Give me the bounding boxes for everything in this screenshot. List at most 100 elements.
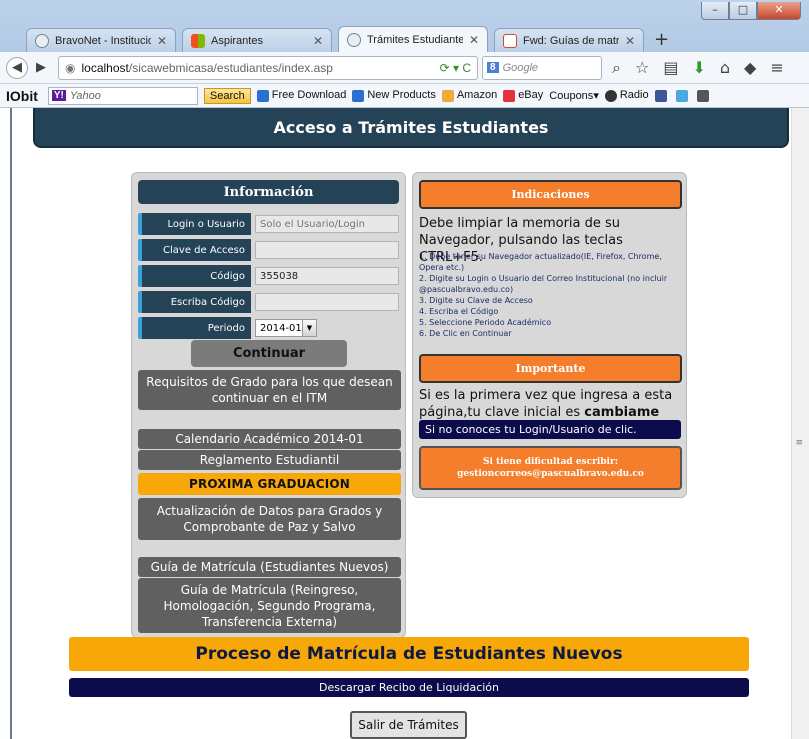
tab-label: BravoNet - Institucio...: [55, 34, 151, 47]
support-email-box: Si tiene dificultad escribir: gestioncor…: [419, 446, 682, 490]
ebay-icon: [503, 89, 516, 102]
toolbar-link[interactable]: Radio: [604, 89, 649, 102]
next-graduation-button[interactable]: PROXIMA GRADUACION: [138, 473, 401, 495]
search-placeholder: Google: [502, 61, 539, 74]
amazon-icon: [441, 89, 454, 102]
facebook-icon[interactable]: [654, 89, 667, 102]
password-input[interactable]: [255, 241, 399, 259]
field-label: Código: [138, 265, 251, 287]
important-title: Importante: [419, 354, 682, 383]
iobit-logo: IObit: [6, 87, 38, 104]
minimize-icon[interactable]: –: [701, 2, 729, 20]
yahoo-icon: Y!: [51, 90, 66, 101]
login-panel: Información Login o Usuario Clave de Acc…: [131, 172, 406, 638]
toolbar-link[interactable]: Amazon: [441, 89, 497, 102]
academic-calendar-button[interactable]: Calendario Académico 2014-01: [138, 429, 401, 449]
download-receipt-link[interactable]: Descargar Recibo de Liquidación: [69, 678, 749, 697]
steps-list: 1. Debe tener su Navegador actualizado(I…: [419, 251, 685, 339]
reload-icon[interactable]: ⟳ ▾ C: [440, 61, 471, 75]
login-row: Login o Usuario: [138, 213, 399, 235]
toolbar-link[interactable]: Free Download: [256, 89, 346, 102]
step-item: 1. Debe tener su Navegador actualizado(I…: [419, 252, 662, 272]
search-icon[interactable]: ⌕: [612, 58, 621, 78]
close-icon[interactable]: ✕: [625, 34, 635, 48]
initial-password: cambiame: [584, 405, 660, 420]
maximize-icon[interactable]: □: [729, 2, 757, 20]
toolbar-search-button[interactable]: Search: [203, 87, 251, 104]
globe-icon: [347, 32, 361, 47]
tab-label: Trámites Estudiantes...: [367, 33, 463, 46]
support-email[interactable]: gestioncorreos@pascualbravo.edu.co: [457, 468, 644, 480]
new-students-guide-button[interactable]: Guía de Matrícula (Estudiantes Nuevos): [138, 557, 401, 577]
yahoo-placeholder: Yahoo: [69, 89, 101, 102]
continue-button[interactable]: Continuar: [191, 340, 347, 367]
yahoo-search-input[interactable]: Y! Yahoo: [47, 86, 198, 105]
browser-tab[interactable]: Fwd: Guías de matrí... ✕: [494, 28, 644, 52]
important-text: Si es la primera vez que ingresa a esta …: [419, 388, 673, 420]
close-icon[interactable]: ✕: [313, 34, 323, 48]
download-icon: [256, 89, 269, 102]
menu-icon[interactable]: ≡: [770, 58, 783, 78]
page-title: Acceso a Trámites Estudiantes: [273, 117, 549, 137]
data-update-button[interactable]: Actualización de Datos para Grados y Com…: [138, 498, 401, 540]
field-label: Escriba Código: [138, 291, 251, 313]
product-icon: [352, 89, 365, 102]
toolbar-link[interactable]: New Products: [352, 89, 436, 102]
google-plus-icon[interactable]: [696, 89, 709, 102]
home-icon[interactable]: ⌂: [720, 58, 730, 78]
support-label: Si tiene dificultad escribir:: [482, 457, 619, 467]
browser-tab[interactable]: Aspirantes ✕: [182, 28, 332, 52]
step-item: 3. Digite su Clave de Acceso: [419, 296, 533, 305]
enrollment-banner: Proceso de Matrícula de Estudiantes Nuev…: [69, 637, 749, 671]
page-viewport: ≡ Acceso a Trámites Estudiantes Informac…: [0, 108, 809, 739]
scrollbar[interactable]: ≡: [791, 108, 809, 739]
password-row: Clave de Acceso: [138, 239, 399, 261]
windows-icon: [191, 33, 205, 48]
search-engine-icon[interactable]: 8: [487, 62, 499, 73]
step-item: 4. Escriba el Código: [419, 307, 499, 316]
back-icon[interactable]: ◀: [6, 56, 28, 79]
close-icon[interactable]: ✕: [469, 33, 479, 47]
tab-bar: BravoNet - Institucio... ✕ Aspirantes ✕ …: [26, 26, 669, 52]
period-select[interactable]: 2014-01 ▼: [255, 319, 317, 337]
period-value: 2014-01: [260, 322, 302, 334]
student-rules-button[interactable]: Reglamento Estudiantil: [138, 450, 401, 470]
browser-tab-active[interactable]: Trámites Estudiantes... ✕: [338, 26, 488, 52]
field-label: Login o Usuario: [138, 213, 251, 235]
new-tab-icon[interactable]: +: [654, 28, 669, 52]
site-identity-icon[interactable]: ◉: [65, 61, 75, 75]
gmail-icon: [503, 33, 517, 48]
reentry-guide-button[interactable]: Guía de Matrícula (Reingreso, Homologaci…: [138, 578, 401, 633]
addon-icon[interactable]: ◆: [744, 58, 756, 78]
url-bar[interactable]: ◉ localhost /sicawebmicasa/estudiantes/i…: [58, 55, 478, 80]
radio-icon: [604, 89, 617, 102]
tab-label: Aspirantes: [211, 34, 263, 47]
code-row: Código: [138, 265, 399, 287]
captcha-input[interactable]: [255, 293, 399, 311]
bookmark-star-icon[interactable]: ☆: [635, 58, 649, 78]
grade-requirements-button[interactable]: Requisitos de Grado para los que desean …: [138, 370, 401, 410]
iobit-toolbar: IObit Y! Yahoo Search Free Download New …: [0, 84, 809, 108]
close-window-icon[interactable]: ✕: [757, 2, 801, 20]
url-host: localhost: [81, 60, 129, 75]
page-header: Acceso a Trámites Estudiantes: [33, 108, 789, 148]
captcha-row: Escriba Código: [138, 291, 399, 313]
globe-icon: [35, 33, 49, 48]
step-item: 2. Digite su Login o Usuario del Correo …: [419, 274, 668, 294]
browser-tab[interactable]: BravoNet - Institucio... ✕: [26, 28, 176, 52]
twitter-icon[interactable]: [675, 89, 688, 102]
login-input[interactable]: [255, 215, 399, 233]
navigation-bar: ◀ ▶ ◉ localhost /sicawebmicasa/estudiant…: [0, 52, 809, 84]
code-display: [255, 267, 399, 285]
bookmarks-icon[interactable]: ▤: [663, 58, 678, 78]
forward-icon[interactable]: ▶: [30, 57, 52, 79]
exit-button[interactable]: Salir de Trámites: [350, 711, 467, 739]
toolbar-link[interactable]: eBay: [503, 89, 543, 102]
step-item: 6. De Clic en Continuar: [419, 329, 512, 338]
login-help-link[interactable]: Si no conoces tu Login/Usuario de clic.: [419, 420, 681, 439]
search-bar[interactable]: 8 Google: [482, 55, 602, 80]
close-icon[interactable]: ✕: [157, 34, 167, 48]
chevron-down-icon[interactable]: ▼: [302, 320, 316, 336]
download-icon[interactable]: ⬇: [692, 58, 705, 78]
toolbar-link[interactable]: Coupons▾: [549, 89, 599, 102]
